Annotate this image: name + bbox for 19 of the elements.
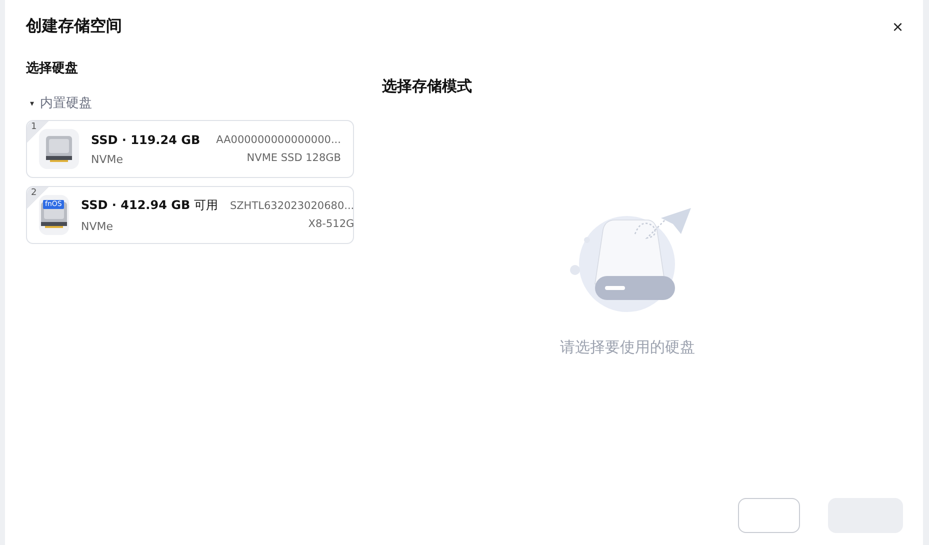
section-heading: 选择硬盘 — [26, 60, 79, 77]
dialog-title: 创建存储空间 — [26, 16, 122, 37]
ssd-icon — [44, 134, 74, 164]
disk-type: NVMe — [91, 152, 124, 166]
empty-state-text: 请选择要使用的硬盘 — [560, 338, 695, 357]
disk-serial: AA000000000000000... — [216, 134, 341, 146]
disk-model: X8-512G — [308, 218, 354, 230]
disk-model: NVME SSD 128GB — [246, 152, 341, 164]
close-button[interactable]: × — [892, 18, 903, 36]
disk-serial: SZHTL632023020680... — [230, 200, 354, 212]
disk-card[interactable]: 1 SSD · 119.24 GB NVMe AA000000000000000... NVME SSD 128GB — [26, 120, 354, 178]
disk-group-toggle[interactable]: ▾ 内置硬盘 — [30, 94, 354, 112]
disk-index: 1 — [31, 122, 37, 132]
disk-type: NVMe — [81, 220, 114, 233]
section-heading: 选择存储模式 — [382, 77, 473, 96]
secondary-button[interactable] — [738, 498, 800, 533]
disk-name: SSD · 412.94 GB 可用 — [81, 197, 218, 214]
disk-name: SSD · 119.24 GB — [91, 132, 202, 146]
disk-index: 2 — [31, 188, 37, 198]
